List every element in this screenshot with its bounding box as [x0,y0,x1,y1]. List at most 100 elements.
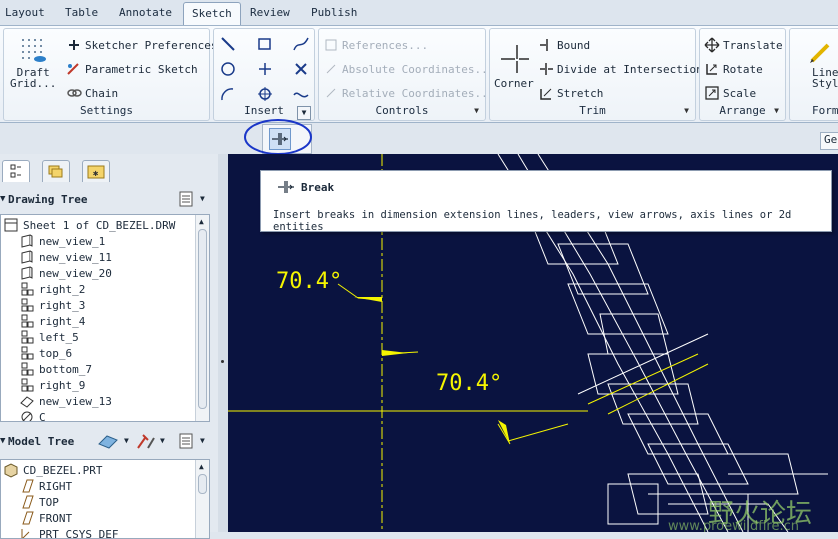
drawing-tree-item[interactable]: left_5 [19,329,79,345]
tree-settings-icon[interactable] [178,432,194,450]
scale-label: Scale [723,87,756,100]
arrange-group-label: Arrange [700,104,785,117]
point-icon[interactable] [256,60,274,78]
stretch-button[interactable]: Stretch [538,85,603,101]
tree-settings-dropdown-icon[interactable]: ▼ [200,436,205,445]
rectangle-icon[interactable] [256,35,274,53]
scale-button[interactable]: Scale [704,85,756,101]
model-tree-item[interactable]: RIGHT [19,478,72,494]
tab-sketch[interactable]: Sketch [183,2,241,26]
absolute-coordinates-button[interactable]: Absolute Coordinates... [323,61,494,77]
relative-coordinates-button[interactable]: Relative Coordinates... [323,85,494,101]
tab-model-tree[interactable] [2,160,30,182]
graphics-toolbar-button[interactable]: Ge [820,132,838,150]
trim-menu-icon[interactable]: ▼ [684,106,689,115]
projection-view-icon [19,377,35,393]
panel-splitter[interactable] [218,154,228,532]
drawing-tree-item-label: right_2 [39,283,85,296]
drawing-tree-item[interactable]: new_view_1 [19,233,105,249]
tab-layout[interactable]: Layout [5,6,45,19]
model-display-dropdown-icon[interactable]: ▼ [124,436,129,445]
drawing-tree-item-label: new_view_20 [39,267,112,280]
arrange-menu-icon[interactable]: ▼ [774,106,779,115]
tab-table[interactable]: Table [65,6,98,19]
drawing-tree-item[interactable]: right_9 [19,377,85,393]
tab-favorites[interactable]: ✱ [82,160,110,182]
drawing-tree-item[interactable]: right_3 [19,297,85,313]
sketcher-preferences-button[interactable]: Sketcher Preferences [66,37,217,53]
stretch-icon [538,85,554,101]
spline-icon[interactable] [292,35,310,53]
model-display-icon[interactable] [97,432,119,450]
model-tree-scrollbar[interactable]: ▲ [195,460,209,538]
collapse-icon[interactable]: ▼ [0,194,5,204]
fillet-icon[interactable] [292,85,310,103]
controls-group-label: Controls [319,104,485,117]
drawing-tree-scrollbar[interactable]: ▲ [195,215,209,421]
projection-view-icon [19,313,35,329]
dimension-label-1[interactable]: 70.4° [276,269,342,294]
tree-settings-dropdown-icon[interactable]: ▼ [200,194,205,203]
model-tree-item[interactable]: FRONT [19,510,72,526]
drawing-tree-item[interactable]: top_6 [19,345,72,361]
drawing-tree-item-label: new_view_11 [39,251,112,264]
draft-grid-button[interactable]: Draft Grid... [10,35,56,90]
model-tree-item[interactable]: PRT_CSYS_DEF [19,526,118,539]
detail-view-icon [19,393,35,409]
corner-icon [497,43,531,75]
navigator-panel: ✱ ▼ Drawing Tree ▼ Sheet 1 of CD_BEZEL.D… [0,154,218,532]
arc-icon[interactable] [219,85,237,103]
delete-segment-icon[interactable] [292,60,310,78]
parametric-sketch-button[interactable]: Parametric Sketch [66,61,198,77]
offset-icon[interactable] [256,85,274,103]
part-icon [3,462,19,478]
line-style-button[interactable]: Line Style [808,39,838,90]
tree-settings-icon[interactable] [178,190,194,208]
tab-publish[interactable]: Publish [311,6,357,19]
tools-dropdown-icon[interactable]: ▼ [160,436,165,445]
scroll-thumb[interactable] [198,229,207,409]
collapse-icon[interactable]: ▼ [0,436,5,446]
controls-group: References... Absolute Coordinates... Re… [318,28,486,121]
chain-button[interactable]: Chain [66,85,118,101]
circle-icon[interactable] [219,60,237,78]
references-button[interactable]: References... [323,37,428,53]
drawing-tree-item[interactable]: new_view_20 [19,265,112,281]
model-tree-title: Model Tree [8,435,74,448]
absolute-coordinates-icon [323,61,339,77]
model-tree-item[interactable]: CD_BEZEL.PRT [3,462,102,478]
tab-folder-browser[interactable] [42,160,70,182]
drawing-tree-item[interactable]: new_view_11 [19,249,112,265]
bound-button[interactable]: Bound [538,37,590,53]
tab-annotate[interactable]: Annotate [119,6,172,19]
drawing-tree-item[interactable]: Sheet 1 of CD_BEZEL.DRW [3,217,175,233]
line-style-label-2: Style [812,77,838,90]
translate-button[interactable]: Translate [704,37,783,53]
projection-view-icon [19,281,35,297]
absolute-coordinates-label: Absolute Coordinates... [342,63,494,76]
projection-view-icon [19,297,35,313]
scroll-up-icon[interactable]: ▲ [199,462,204,471]
drawing-tree-item[interactable]: right_4 [19,313,85,329]
insert-group: Insert ▼ [213,28,315,121]
drawing-tree-item[interactable]: new_view_13 [19,393,112,409]
dimension-label-2[interactable]: 70.4° [436,371,502,396]
drawing-tree-item[interactable]: C [19,409,46,422]
model-tree-item-label: RIGHT [39,480,72,493]
rotate-button[interactable]: Rotate [704,61,763,77]
model-tree-item[interactable]: TOP [19,494,59,510]
scroll-thumb[interactable] [198,474,207,494]
corner-button[interactable]: Corner [494,43,534,90]
drawing-tree-item[interactable]: bottom_7 [19,361,92,377]
line-icon[interactable] [219,35,237,53]
tools-icon[interactable] [134,432,158,450]
divide-at-intersection-button[interactable]: Divide at Intersection [538,61,703,77]
layers-icon [43,161,69,181]
tab-review[interactable]: Review [250,6,290,19]
scroll-up-icon[interactable]: ▲ [199,217,204,226]
chain-icon [66,85,82,101]
controls-menu-icon[interactable]: ▼ [474,106,479,115]
drawing-tree-item[interactable]: right_2 [19,281,85,297]
drawing-tree-item-label: bottom_7 [39,363,92,376]
chevron-down-icon: ▼ [302,108,307,117]
